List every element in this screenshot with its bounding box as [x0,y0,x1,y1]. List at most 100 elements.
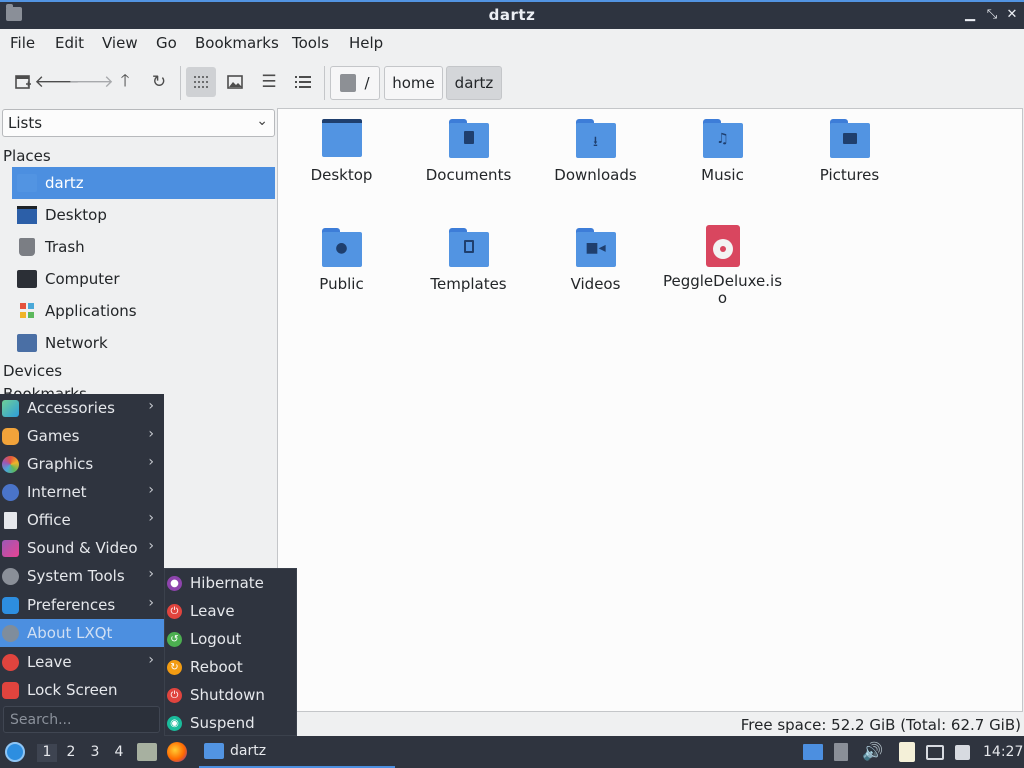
menu-item-accessories[interactable]: Accessories › [0,394,164,422]
menu-help[interactable]: Help [349,34,383,52]
reload-icon[interactable]: ↻ [144,67,174,97]
file-item[interactable]: Pictures [786,119,913,184]
breadcrumb-root[interactable]: / [330,66,380,100]
file-item[interactable]: Desktop [278,119,405,184]
place-network[interactable]: Network [12,327,275,359]
minimize-icon[interactable]: ▁ [962,6,978,24]
desktop-switch-2[interactable]: 2 [61,744,81,762]
menu-item-office[interactable]: Office › [0,506,164,534]
shutdown-icon: ⏻ [167,687,182,703]
place-computer[interactable]: Computer [12,263,275,295]
menu-item-graphics[interactable]: Graphics › [0,450,164,478]
menu-item-label: Graphics [27,455,94,473]
submenu-label: Shutdown [190,686,265,704]
submenu-shutdown[interactable]: ⏻ Shutdown [165,681,298,709]
clock[interactable]: 14:27 [983,736,1023,768]
place-trash[interactable]: Trash [12,231,275,263]
taskbar: 1 2 3 4 dartz 🔊 14:27 [0,736,1024,768]
menu-item-label: Office [27,511,71,529]
toolbar-separator [324,66,325,100]
clipboard-icon[interactable] [899,736,921,768]
free-space-text: Free space: 52.2 GiB (Total: 62.7 GiB) [740,716,1021,734]
preferences-icon [2,596,19,614]
network-status-icon[interactable] [926,736,948,768]
menu-item-lock-screen[interactable]: Lock Screen [0,676,164,704]
submenu-leave[interactable]: ⏻ Leave [165,597,298,625]
notification-icon[interactable] [955,736,973,768]
up-icon[interactable]: 🡑 [110,67,140,97]
desktop-switch-4[interactable]: 4 [109,744,129,762]
internet-icon [2,483,19,501]
menu-item-leave[interactable]: Leave › [0,648,164,676]
file-view[interactable]: Desktop Documents ⭳ Downloads ♫ Music Pi… [277,108,1023,712]
pictures-folder-icon [829,119,870,159]
file-name: Videos [570,275,621,293]
file-item[interactable]: ⭳ Downloads [532,119,659,184]
file-item[interactable]: ■◂ Videos [532,228,659,293]
forward-icon[interactable]: 🡒 [68,67,114,97]
file-item[interactable]: ♫ Music [659,119,786,184]
thumbnail-view-icon[interactable] [220,67,250,97]
place-desktop[interactable]: Desktop [12,199,275,231]
menu-search-input[interactable]: Search... [3,706,160,733]
lock-icon [2,681,19,699]
close-icon[interactable]: ✕ [1004,6,1020,24]
documents-folder-icon [448,119,489,159]
compact-view-icon[interactable]: ☰ [254,67,284,97]
quicklaunch-firefox[interactable] [167,736,189,768]
accessories-icon [2,399,19,417]
menu-edit[interactable]: Edit [55,34,84,52]
file-item[interactable]: Documents [405,119,532,184]
place-applications[interactable]: Applications [12,295,275,327]
menu-item-label: Lock Screen [27,681,118,699]
quicklaunch-file-manager[interactable] [137,736,159,768]
desktop-switch-1[interactable]: 1 [37,744,57,762]
file-item[interactable]: Templates [405,228,532,293]
menu-item-system-tools[interactable]: System Tools › [0,562,164,590]
taskbar-window-button[interactable]: dartz [199,736,395,768]
submenu-suspend[interactable]: ◉ Suspend [165,709,298,737]
detailed-list-view-icon[interactable] [288,67,318,97]
desktop-switch-3[interactable]: 3 [85,744,105,762]
menu-go[interactable]: Go [156,34,177,52]
file-name: Downloads [554,166,637,184]
place-home[interactable]: dartz [12,167,275,199]
submenu-hibernate[interactable]: ● Hibernate [165,569,298,597]
menu-view[interactable]: View [102,34,138,52]
chevron-right-icon: › [148,482,154,498]
menu-item-preferences[interactable]: Preferences › [0,591,164,619]
menu-item-sound-video[interactable]: Sound & Video › [0,534,164,562]
menu-item-about-lxqt[interactable]: About LXQt [0,619,164,647]
submenu-reboot[interactable]: ↻ Reboot [165,653,298,681]
menu-tools[interactable]: Tools [292,34,329,52]
maximize-icon[interactable]: ⤡ [984,6,1000,24]
disk-mount-icon[interactable] [834,736,854,768]
sound-video-icon [2,539,19,557]
devices-header[interactable]: Devices [3,362,62,380]
chevron-down-icon[interactable]: ⌄ [256,113,268,129]
submenu-label: Reboot [190,658,243,676]
menu-file[interactable]: File [10,34,35,52]
icon-view-icon[interactable] [186,67,216,97]
toolbar-separator [180,66,181,100]
file-item[interactable]: ● Public [278,228,405,293]
path-edit-icon[interactable] [340,74,357,92]
start-menu-button[interactable] [5,736,27,768]
hibernate-icon: ● [167,575,182,591]
side-pane-mode-dropdown[interactable]: Lists ⌄ [2,109,275,137]
menu-bookmarks[interactable]: Bookmarks [195,34,279,52]
file-item[interactable]: PeggleDeluxe.is o [659,225,786,307]
places-header[interactable]: Places [3,147,51,165]
menu-item-games[interactable]: Games › [0,422,164,450]
breadcrumb-dartz[interactable]: dartz [446,66,502,100]
submenu-logout[interactable]: ↺ Logout [165,625,298,653]
place-label: Computer [45,270,120,288]
menu-item-label: Accessories [27,399,115,417]
submenu-label: Leave [190,602,235,620]
menu-item-internet[interactable]: Internet › [0,478,164,506]
show-desktop-icon[interactable] [803,736,825,768]
status-bar: Free space: 52.2 GiB (Total: 62.7 GiB) [277,712,1024,736]
menu-item-label: Sound & Video [27,539,138,557]
breadcrumb-home[interactable]: home [384,66,443,100]
volume-icon[interactable]: 🔊 [862,736,884,768]
